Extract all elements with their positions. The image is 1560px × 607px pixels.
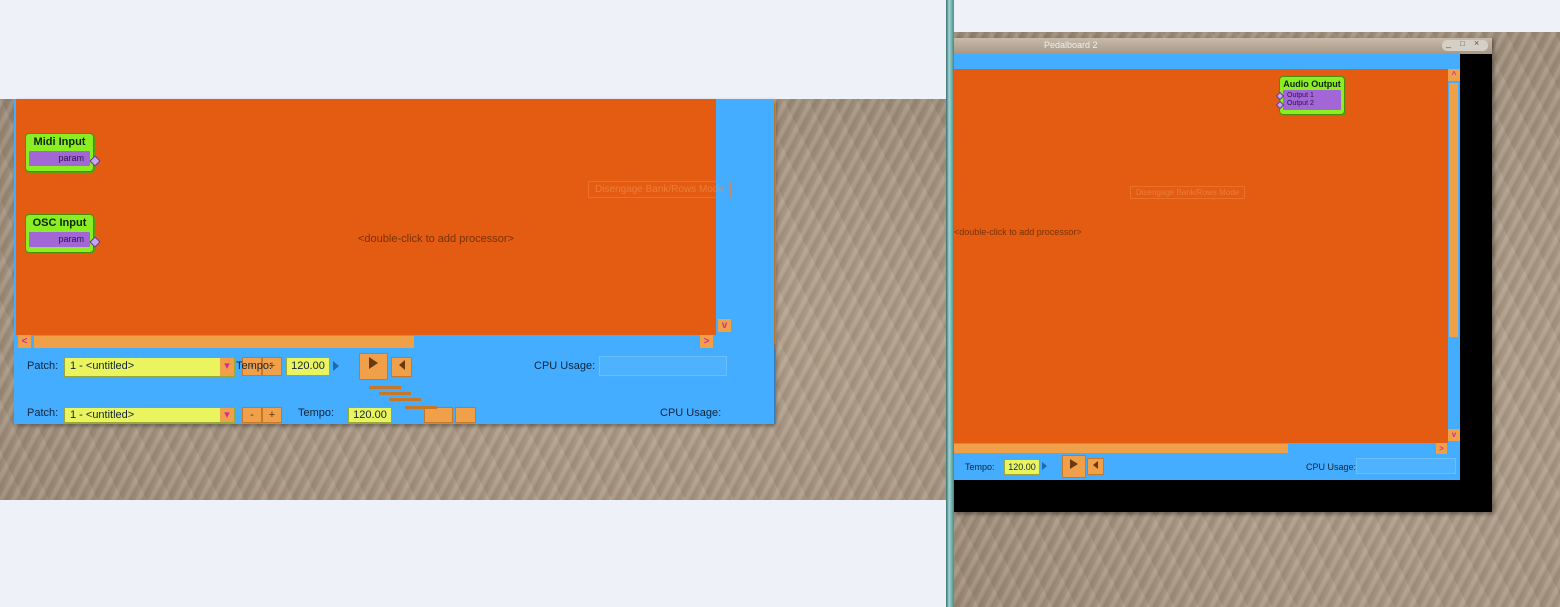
play-button[interactable] (359, 353, 388, 380)
patch-canvas[interactable] (954, 69, 1448, 443)
canvas-hint: <double-click to add processor> (358, 233, 514, 245)
rewind-icon (1093, 461, 1098, 469)
scroll-down-button[interactable]: v (1448, 429, 1460, 441)
ghost-rewind-button (455, 407, 476, 423)
cpu-meter (1356, 458, 1456, 474)
scroll-thumb[interactable] (954, 444, 1288, 453)
tempo-nudge-icon[interactable] (333, 361, 339, 371)
scroll-thumb[interactable] (34, 336, 414, 348)
chevron-down-icon: ▾ (220, 408, 234, 422)
cpu-usage-label: CPU Usage: (1306, 462, 1357, 472)
scroll-right-button[interactable]: > (700, 335, 713, 348)
ghost-patch-value: 1 - <untitled> (70, 409, 135, 421)
horizontal-scrollbar[interactable]: > (954, 443, 1448, 454)
play-icon (1070, 459, 1078, 469)
tempo-label: Tempo: (236, 360, 273, 372)
vertical-scrollbar[interactable]: ^ v (1448, 69, 1460, 443)
node-port: param (29, 151, 90, 166)
disengage-ghost-button: Disengage Bank/Rows Mode (588, 181, 731, 198)
drag-trail (369, 386, 439, 412)
canvas-hint: <double-click to add processor> (954, 227, 1082, 237)
pedalboard-window-left: Midi Input param OSC Input param <double… (14, 99, 774, 424)
screen-divider (946, 0, 954, 607)
window-controls: _ □ × (1442, 38, 1488, 51)
node-title: OSC Input (32, 217, 87, 229)
cpu-usage-label: CPU Usage: (534, 360, 596, 372)
tempo-nudge-icon[interactable] (1042, 462, 1047, 470)
patch-combo[interactable]: 1 - <untitled> ▾ (64, 357, 235, 377)
maximize-button[interactable]: □ (1460, 39, 1465, 48)
scroll-down-button[interactable]: v (718, 319, 731, 332)
input-port-2: Output 2 (1287, 100, 1314, 107)
vertical-scroll-thumb[interactable] (1449, 83, 1458, 337)
node-title: Audio Output (1283, 79, 1341, 89)
ghost-plus-button: + (262, 407, 282, 423)
cpu-meter (599, 356, 727, 376)
close-button[interactable]: × (1474, 38, 1479, 48)
patch-canvas[interactable] (16, 99, 716, 335)
disengage-ghost-button: Disengage Bank/Rows Mode (1130, 186, 1246, 199)
node-port: param (29, 232, 90, 247)
tempo-field[interactable]: 120.00 (1004, 459, 1040, 475)
midi-input-node[interactable]: Midi Input param (25, 133, 101, 172)
node-ports: Output 1 Output 2 (1283, 90, 1341, 110)
rewind-icon (398, 360, 405, 370)
ghost-cpu-label: CPU Usage: (660, 407, 722, 419)
input-port-1: Output 1 (1287, 92, 1314, 99)
chevron-down-icon[interactable]: ▾ (220, 358, 234, 376)
ghost-minus-button: - (242, 407, 262, 423)
ghost-patch-label: Patch: (27, 407, 59, 419)
pedalboard-window-right: Pedalboard 2 _ □ × Audio Output Output 1… (954, 38, 1492, 512)
rewind-button[interactable] (391, 357, 412, 377)
ghost-patch-combo: 1 - <untitled> ▾ (64, 407, 235, 423)
osc-input-node[interactable]: OSC Input param (25, 214, 101, 253)
node-title: Midi Input (33, 136, 86, 148)
play-button[interactable] (1062, 455, 1086, 478)
horizontal-scrollbar[interactable]: < > (16, 335, 716, 349)
patch-value: 1 - <untitled> (70, 360, 135, 372)
tempo-label: Tempo: (965, 462, 995, 472)
rewind-button[interactable] (1087, 458, 1104, 475)
minimize-button[interactable]: _ (1446, 38, 1451, 48)
tempo-field[interactable]: 120.00 (286, 357, 330, 376)
play-icon (369, 357, 378, 369)
audio-output-node[interactable]: Audio Output Output 1 Output 2 (1275, 76, 1345, 115)
ghost-tempo-label: Tempo: (298, 407, 335, 419)
window-titlebar[interactable]: Pedalboard 2 _ □ × (954, 38, 1492, 54)
window-title: Pedalboard 2 (1044, 40, 1098, 50)
patch-label: Patch: (27, 360, 59, 372)
scroll-left-button[interactable]: < (18, 335, 31, 348)
scroll-up-button[interactable]: ^ (1448, 69, 1460, 81)
scroll-right-button[interactable]: > (1436, 443, 1447, 454)
